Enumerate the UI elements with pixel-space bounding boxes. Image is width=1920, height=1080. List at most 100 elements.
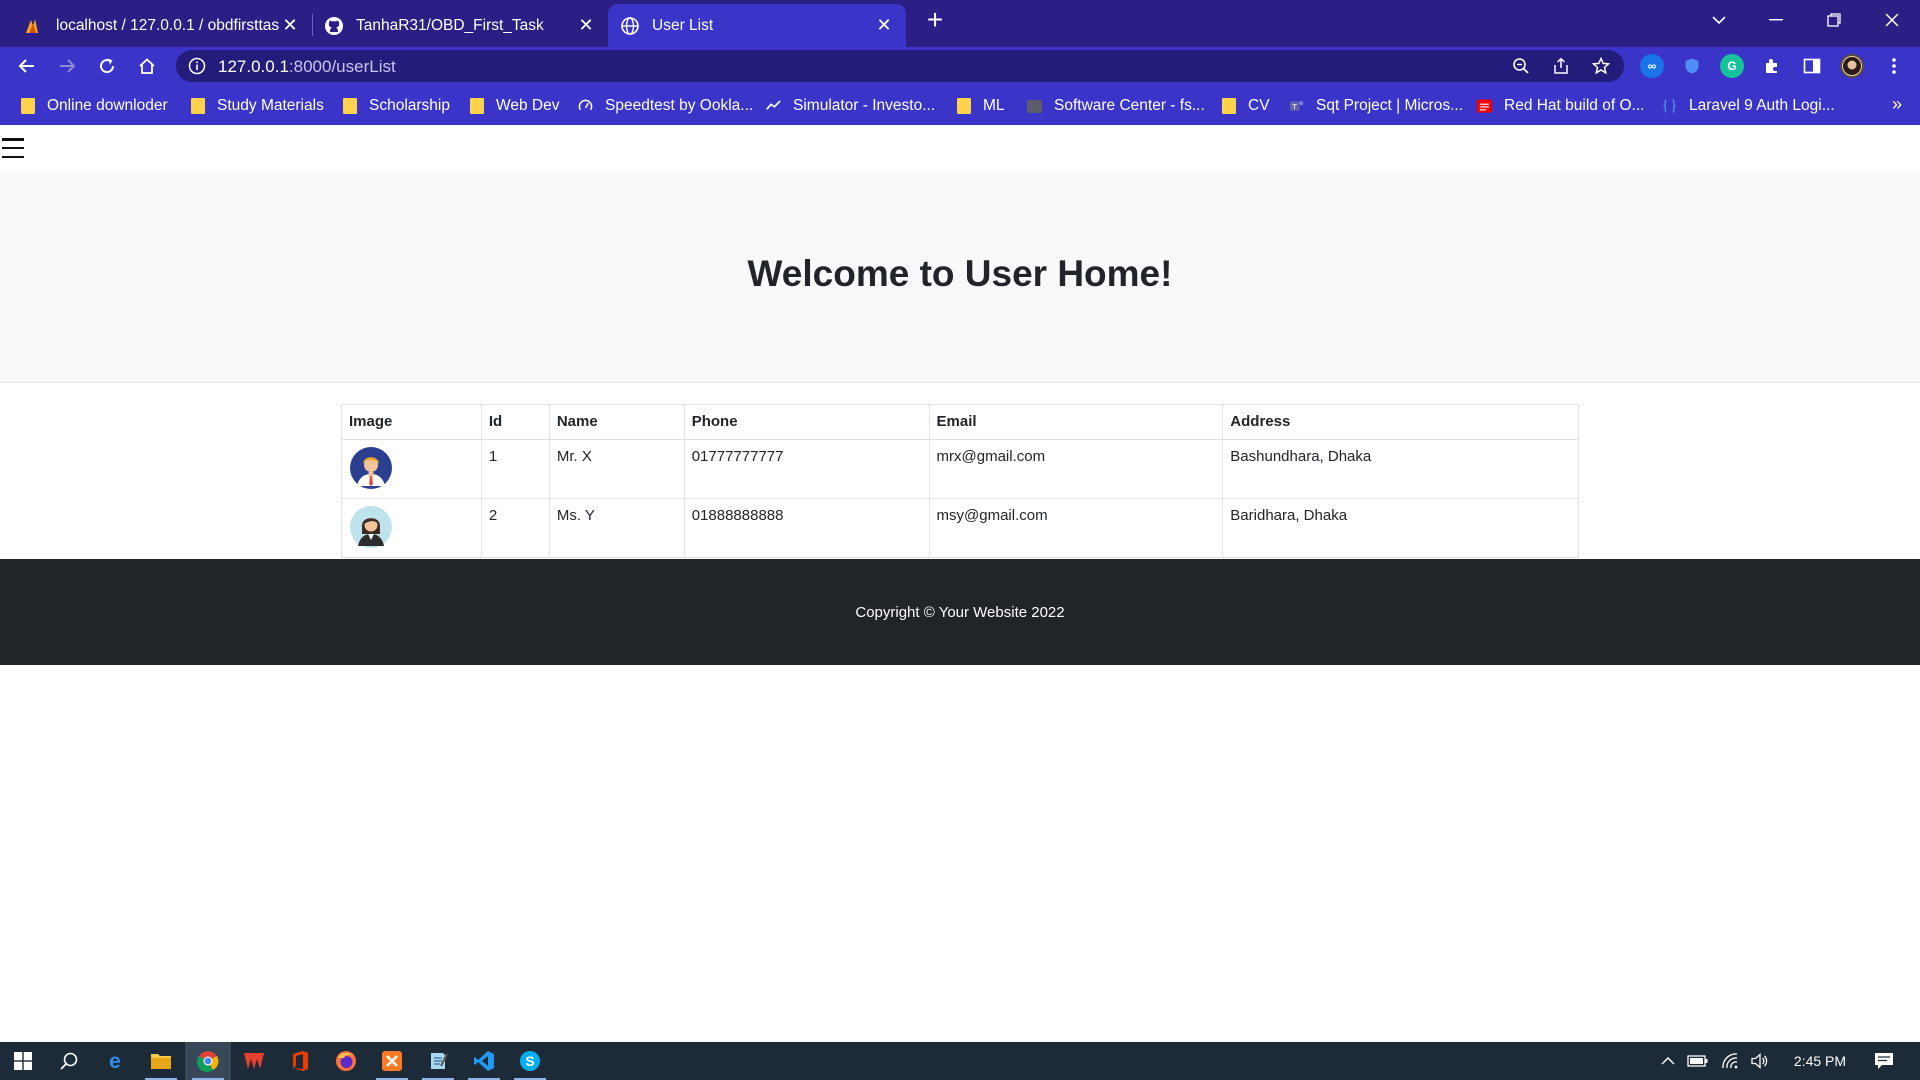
reload-button[interactable] <box>92 51 122 81</box>
bookmark-label: Online downloder <box>47 97 168 114</box>
bookmark-speedtest[interactable]: Speedtest by Ookla... <box>578 95 753 117</box>
tab-search-chevron-icon[interactable] <box>1691 0 1747 40</box>
edge-icon[interactable]: e <box>92 1042 138 1080</box>
id-cell: 2 <box>480 498 550 558</box>
column-header-id: Id <box>480 404 550 440</box>
github-icon <box>324 16 344 36</box>
address-cell: Baridhara, Dhaka <box>1222 498 1579 558</box>
minimize-button[interactable] <box>1748 0 1804 40</box>
home-button[interactable] <box>132 51 162 81</box>
wifi-icon[interactable] <box>1716 1042 1744 1080</box>
folder-icon <box>342 98 357 114</box>
bookmark-laravel-auth[interactable]: Laravel 9 Auth Logi... <box>1662 95 1835 117</box>
grammarly-icon[interactable]: G <box>1720 54 1744 78</box>
close-tab-icon[interactable]: ✕ <box>280 15 300 36</box>
phpmyadmin-icon <box>24 16 44 36</box>
restore-button[interactable] <box>1806 0 1862 40</box>
folder-icon <box>20 98 35 114</box>
volume-icon[interactable] <box>1746 1042 1774 1080</box>
email-cell: mrx@gmail.com <box>928 439 1224 499</box>
bookmark-label: Simulator - Investo... <box>793 97 936 114</box>
wps-office-icon[interactable] <box>231 1042 277 1080</box>
phone-cell: 01888888888 <box>683 498 930 558</box>
side-panel-icon[interactable] <box>1800 54 1824 78</box>
windows-taskbar: e S 2:45 PM <box>0 1042 1920 1080</box>
folder-icon <box>1221 98 1236 114</box>
name-cell: Ms. Y <box>548 498 685 558</box>
chrome-icon[interactable] <box>185 1042 231 1080</box>
skype-icon[interactable]: S <box>507 1042 553 1080</box>
bookmark-cv[interactable]: CV <box>1221 95 1270 117</box>
page-footer: Copyright © Your Website 2022 <box>0 559 1920 665</box>
bookmarks-bar: Online downloder Study Materials Scholar… <box>0 85 1920 125</box>
bookmark-simulator[interactable]: Simulator - Investo... <box>766 95 935 117</box>
teams-icon: T <box>1289 98 1304 114</box>
back-button[interactable] <box>12 51 42 81</box>
search-icon[interactable] <box>46 1042 92 1080</box>
bookmark-star-icon[interactable] <box>1590 55 1612 77</box>
site-info-icon[interactable] <box>188 57 206 80</box>
infinity-extension-icon[interactable]: ∞ <box>1640 54 1664 78</box>
bookmark-label: Speedtest by Ookla... <box>605 97 754 114</box>
bookmark-study-materials[interactable]: Study Materials <box>190 95 324 117</box>
new-tab-button[interactable]: + <box>922 6 948 34</box>
svg-text:S: S <box>525 1053 534 1069</box>
close-window-button[interactable] <box>1864 0 1920 40</box>
folder-icon <box>190 98 205 114</box>
forward-button[interactable] <box>52 51 82 81</box>
address-bar[interactable]: 127.0.0.1:8000/userList <box>176 50 1624 82</box>
windows-start-icon[interactable] <box>0 1042 46 1080</box>
bookmark-ml[interactable]: ML <box>956 95 1005 117</box>
id-cell: 1 <box>480 439 550 499</box>
male-avatar <box>350 447 392 489</box>
more-bookmarks-icon[interactable]: » <box>1892 94 1902 115</box>
xampp-icon[interactable] <box>369 1042 415 1080</box>
close-tab-icon[interactable]: ✕ <box>576 15 596 36</box>
bookmark-web-dev[interactable]: Web Dev <box>469 95 559 117</box>
file-explorer-icon[interactable] <box>138 1042 184 1080</box>
close-tab-icon[interactable]: ✕ <box>874 15 894 36</box>
tab-user-list[interactable]: User List ✕ <box>608 4 906 47</box>
page-heading: Welcome to User Home! <box>747 253 1173 294</box>
column-header-name: Name <box>548 404 685 440</box>
firefox-icon[interactable] <box>323 1042 369 1080</box>
tab-phpmyadmin[interactable]: localhost / 127.0.0.1 / obdfirsttas ✕ <box>12 4 312 47</box>
folder-icon <box>1027 98 1042 114</box>
office-icon[interactable] <box>277 1042 323 1080</box>
bookmark-scholarship[interactable]: Scholarship <box>342 95 450 117</box>
show-hidden-icons-chevron-icon[interactable] <box>1656 1042 1680 1080</box>
share-icon[interactable] <box>1550 55 1572 77</box>
column-header-email: Email <box>928 404 1224 440</box>
bookmark-online-downloder[interactable]: Online downloder <box>20 95 168 117</box>
notification-center-icon[interactable] <box>1864 1042 1904 1080</box>
taskbar-clock[interactable]: 2:45 PM <box>1784 1042 1856 1080</box>
svg-text:T: T <box>1292 102 1297 111</box>
table-header-row: Image Id Name Phone Email Address <box>341 404 1579 440</box>
column-header-image: Image <box>341 404 482 440</box>
hero-section: Welcome to User Home! <box>0 172 1920 383</box>
profile-avatar[interactable] <box>1840 54 1864 78</box>
zoom-icon[interactable] <box>1510 55 1532 77</box>
extensions-puzzle-icon[interactable] <box>1760 54 1784 78</box>
bookmark-sqt-project[interactable]: T Sqt Project | Micros... <box>1289 95 1463 117</box>
bookmark-label: CV <box>1248 97 1270 114</box>
hamburger-menu-icon[interactable] <box>2 138 24 158</box>
vscode-icon[interactable] <box>461 1042 507 1080</box>
tab-title: User List <box>652 16 714 34</box>
bookmark-software-center[interactable]: Software Center - fs... <box>1027 95 1205 117</box>
chrome-menu-icon[interactable] <box>1882 54 1906 78</box>
speedtest-icon <box>578 98 593 114</box>
folder-icon <box>956 98 971 114</box>
shield-extension-icon[interactable] <box>1680 54 1704 78</box>
notepad-icon[interactable] <box>415 1042 461 1080</box>
bookmark-label: Web Dev <box>496 97 560 114</box>
address-cell: Bashundhara, Dhaka <box>1222 439 1579 499</box>
tab-title: localhost / 127.0.0.1 / obdfirsttas <box>56 16 280 34</box>
redhat-icon <box>1477 98 1492 114</box>
bookmark-label: Scholarship <box>369 97 450 114</box>
table-row: 2 Ms. Y 01888888888 msy@gmail.com Baridh… <box>341 498 1579 558</box>
battery-icon[interactable] <box>1684 1042 1712 1080</box>
bookmark-red-hat[interactable]: Red Hat build of O... <box>1477 95 1644 117</box>
column-header-address: Address <box>1222 404 1579 440</box>
tab-github[interactable]: TanhaR31/OBD_First_Task ✕ <box>312 4 608 47</box>
